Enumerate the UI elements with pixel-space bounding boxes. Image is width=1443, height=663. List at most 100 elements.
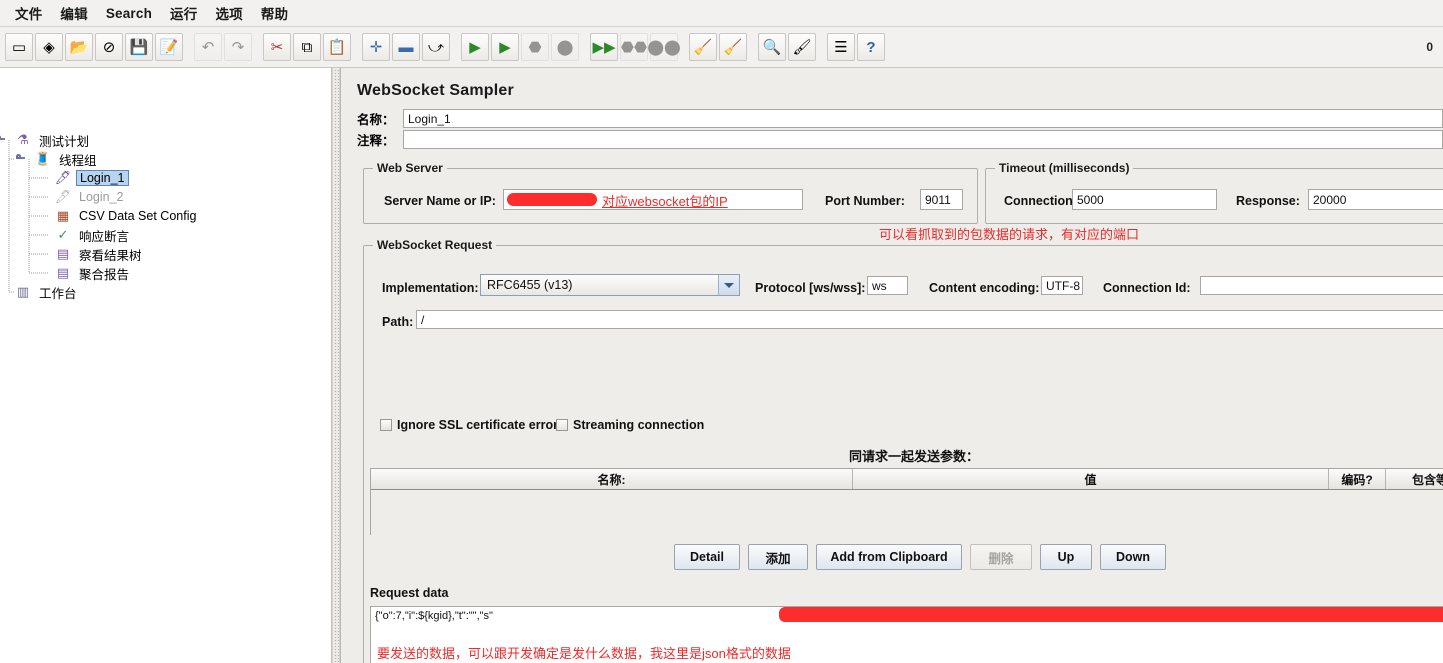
connection-id-input[interactable] — [1200, 276, 1443, 295]
name-row: 名称： Login_1 — [357, 109, 1443, 128]
toggle-icon[interactable]: ⤻ — [422, 33, 450, 61]
paste-icon[interactable]: 📋 — [323, 33, 351, 61]
tree-node-CSV Data Set Config[interactable]: ▦ CSV Data Set Config — [54, 207, 199, 225]
redo-icon-glyph: ↷ — [231, 38, 245, 56]
params-title: 同请求一起发送参数： — [848, 449, 979, 464]
remote-start-all-icon[interactable]: ▶▶ — [590, 33, 618, 61]
help-icon-glyph: ? — [866, 38, 876, 56]
tree-node-响应断言[interactable]: ✓ 响应断言 — [54, 226, 132, 244]
down-button[interactable]: Down — [1100, 544, 1166, 570]
tree-node-Login_2[interactable]: 🖊 Login_2 — [54, 188, 127, 206]
shutdown-icon: ⬤ — [551, 33, 579, 61]
start-icon[interactable]: ▶ — [461, 33, 489, 61]
implementation-select[interactable]: RFC6455 (v13) — [480, 274, 740, 296]
params-button-row: Detail 添加 Add from Clipboard 删除 Up Down — [370, 544, 1443, 570]
params-col-encode[interactable]: 编码? — [1329, 469, 1386, 489]
websocket-sampler-icon: 🖊 — [54, 170, 72, 185]
templates-icon[interactable]: ◈ — [35, 33, 63, 61]
websocket-request-group: WebSocket Request Implementation: RFC645… — [363, 238, 1443, 663]
response-timeout-input[interactable]: 20000 — [1308, 189, 1443, 210]
menu-edit[interactable]: 编辑 — [51, 0, 96, 26]
server-name-label: Server Name or IP: — [384, 194, 496, 208]
checkbox-box-icon[interactable] — [556, 419, 568, 431]
params-table[interactable]: 名称: 值 编码? 包含等于 — [370, 468, 1443, 536]
params-table-body[interactable] — [371, 490, 1443, 536]
tree-node-label: 工作台 — [39, 286, 77, 301]
clear-all-icon[interactable]: 🧹 — [719, 33, 747, 61]
copy-icon-glyph: ⧉ — [301, 38, 313, 56]
tree-expander-icon[interactable] — [16, 154, 25, 163]
implementation-label: Implementation: — [382, 281, 479, 295]
expand-all-icon[interactable]: ✛ — [362, 33, 390, 61]
tree-node-察看结果树[interactable]: ▤ 察看结果树 — [54, 245, 145, 263]
new-file-icon[interactable]: ▭ — [5, 33, 33, 61]
new-file-icon-glyph: ▭ — [11, 38, 27, 56]
save-icon[interactable]: 💾 — [125, 33, 153, 61]
cut-icon[interactable]: ✂ — [263, 33, 291, 61]
close-icon-glyph: ⊘ — [102, 38, 116, 56]
menu-run[interactable]: 运行 — [161, 0, 206, 26]
collapse-all-icon[interactable]: ▬ — [392, 33, 420, 61]
path-input[interactable]: / — [416, 310, 1443, 329]
tree-node-label: Login_1 — [76, 170, 129, 186]
remote-shutdown-all-icon: ⬤⬤ — [647, 33, 681, 61]
chevron-down-icon[interactable] — [718, 275, 739, 295]
menu-help[interactable]: 帮助 — [252, 0, 297, 26]
panel-splitter[interactable] — [332, 68, 340, 663]
menu-file[interactable]: 文件 — [6, 0, 51, 26]
tree-node-测试计划[interactable]: ⚗ 测试计划 — [0, 131, 92, 149]
collapse-all-icon-glyph: ▬ — [398, 38, 414, 56]
websocket-request-legend: WebSocket Request — [373, 238, 497, 252]
function-helper-icon[interactable]: ☰ — [827, 33, 855, 61]
name-input[interactable]: Login_1 — [403, 109, 1443, 128]
add-from-clipboard-button[interactable]: Add from Clipboard — [816, 544, 962, 570]
templates-icon-glyph: ◈ — [43, 38, 55, 56]
menu-search[interactable]: Search — [97, 3, 161, 24]
tree-node-label: 察看结果树 — [79, 248, 142, 263]
save-as-icon[interactable]: 📝 — [155, 33, 183, 61]
start-icon-glyph: ▶ — [469, 38, 481, 56]
ignore-ssl-label: Ignore SSL certificate errors — [397, 418, 565, 432]
annotation-port: 可以看抓取到的包数据的请求，有对应的端口 — [879, 227, 1140, 242]
up-button[interactable]: Up — [1040, 544, 1092, 570]
close-icon[interactable]: ⊘ — [95, 33, 123, 61]
test-plan-tree[interactable]: ⚗ 测试计划 🧵 线程组 🖊 Login_1 🖊 Login_2 ▦ CSV Data Set C… — [0, 68, 332, 663]
tree-node-label: 线程组 — [59, 153, 97, 168]
reset-search-icon[interactable]: 🖌 — [788, 33, 816, 61]
tree-node-聚合报告[interactable]: ▤ 聚合报告 — [54, 264, 132, 282]
tree-node-label: 测试计划 — [39, 134, 90, 149]
ignore-ssl-checkbox[interactable]: Ignore SSL certificate errors — [380, 418, 565, 432]
params-col-include-equals[interactable]: 包含等于 — [1386, 469, 1443, 489]
menu-options[interactable]: 选项 — [206, 0, 251, 26]
help-icon[interactable]: ? — [857, 33, 885, 61]
params-col-name[interactable]: 名称: — [371, 469, 853, 489]
web-server-legend: Web Server — [373, 161, 447, 175]
save-as-icon-glyph: 📝 — [159, 38, 179, 56]
copy-icon[interactable]: ⧉ — [293, 33, 321, 61]
port-number-input[interactable]: 9011 — [920, 189, 963, 210]
clear-all-icon-glyph: 🧹 — [723, 38, 743, 56]
delete-button: 删除 — [970, 544, 1032, 570]
open-folder-icon[interactable]: 📂 — [65, 33, 93, 61]
content-encoding-input[interactable]: UTF-8 — [1041, 276, 1083, 295]
protocol-label: Protocol [ws/wss]: — [755, 281, 866, 295]
comment-label: 注释： — [357, 134, 395, 148]
tree-node-Login_1[interactable]: 🖊 Login_1 — [54, 169, 129, 187]
search-icon[interactable]: 🔍 — [758, 33, 786, 61]
tree-node-label: 响应断言 — [79, 229, 130, 244]
tree-expander-icon[interactable] — [0, 135, 5, 144]
streaming-connection-checkbox[interactable]: Streaming connection — [556, 418, 704, 432]
protocol-input[interactable]: ws — [867, 276, 908, 295]
tree-node-线程组[interactable]: 🧵 线程组 — [16, 150, 100, 168]
comment-input[interactable] — [403, 130, 1443, 149]
clear-icon[interactable]: 🧹 — [689, 33, 717, 61]
add-button[interactable]: 添加 — [748, 544, 808, 570]
params-col-value[interactable]: 值 — [853, 469, 1329, 489]
detail-button[interactable]: Detail — [674, 544, 740, 570]
checkbox-box-icon[interactable] — [380, 419, 392, 431]
tree-node-工作台[interactable]: ▥ 工作台 — [14, 283, 80, 301]
remote-stop-all-icon-glyph: ⬣⬣ — [620, 38, 648, 56]
connection-timeout-input[interactable]: 5000 — [1072, 189, 1217, 210]
start-no-timers-icon[interactable]: ▶ — [491, 33, 519, 61]
undo-icon: ↶ — [194, 33, 222, 61]
